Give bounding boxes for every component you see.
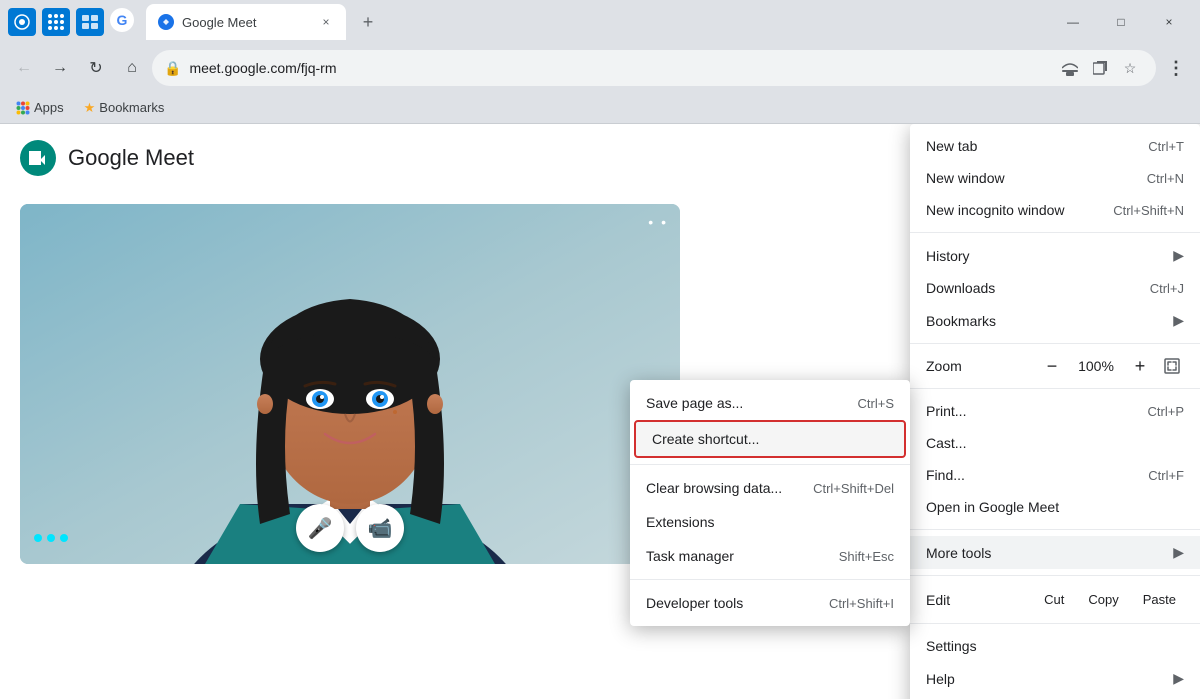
menu-item-history[interactable]: History ▶ xyxy=(910,239,1200,272)
new-tab-button[interactable]: + xyxy=(354,8,382,36)
cut-button[interactable]: Cut xyxy=(1036,588,1072,611)
video-area: • • 🎤 📹 ⋮ xyxy=(20,204,680,564)
menu-item-print[interactable]: Print... Ctrl+P xyxy=(910,395,1200,427)
forward-button[interactable]: → xyxy=(44,52,76,84)
submenu-create-shortcut[interactable]: Create shortcut... xyxy=(634,420,906,458)
edit-row: Edit Cut Copy Paste xyxy=(910,582,1200,617)
maximize-button[interactable]: □ xyxy=(1098,7,1144,37)
active-tab[interactable]: Google Meet × xyxy=(146,4,346,40)
indicator-dots xyxy=(34,534,68,542)
menu-item-help[interactable]: Help ▶ xyxy=(910,662,1200,695)
cast-icon[interactable] xyxy=(1056,54,1084,82)
submenu-divider-2 xyxy=(630,579,910,580)
menu-button[interactable]: ⋮ xyxy=(1160,52,1192,84)
menu-item-settings[interactable]: Settings xyxy=(910,630,1200,662)
tab-close-button[interactable]: × xyxy=(318,14,334,30)
menu-item-exit[interactable]: Exit xyxy=(910,695,1200,699)
open-tab-icon[interactable] xyxy=(1086,54,1114,82)
menu-divider-2 xyxy=(910,343,1200,344)
tab-title: Google Meet xyxy=(182,15,310,30)
zoom-expand-button[interactable] xyxy=(1160,354,1184,378)
back-button[interactable]: ← xyxy=(8,52,40,84)
zoom-value: 100% xyxy=(1072,358,1120,374)
mic-button[interactable]: 🎤 xyxy=(296,504,344,552)
bookmark-star-icon[interactable]: ☆ xyxy=(1116,54,1144,82)
chrome-menu: New tab Ctrl+T New window Ctrl+N New inc… xyxy=(910,124,1200,699)
menu-item-find[interactable]: Find... Ctrl+F xyxy=(910,459,1200,491)
video-controls: 🎤 📹 xyxy=(296,504,404,552)
title-bar: G Google Meet × + — □ × xyxy=(0,0,1200,44)
menu-item-incognito[interactable]: New incognito window Ctrl+Shift+N xyxy=(910,194,1200,226)
meet-logo xyxy=(20,140,56,176)
menu-item-new-window[interactable]: New window Ctrl+N xyxy=(910,162,1200,194)
home-button[interactable]: ⌂ xyxy=(116,52,148,84)
menu-divider-5 xyxy=(910,575,1200,576)
zoom-in-button[interactable]: + xyxy=(1128,354,1152,378)
apps-bookmark[interactable]: Apps xyxy=(8,98,72,117)
menu-divider-3 xyxy=(910,388,1200,389)
top-dots[interactable]: • • xyxy=(648,214,668,230)
menu-divider-4 xyxy=(910,529,1200,530)
minimize-button[interactable]: — xyxy=(1050,7,1096,37)
bookmarks-label: Bookmarks xyxy=(99,100,164,115)
taskbar-icons: G xyxy=(8,8,134,36)
submenu-divider-1 xyxy=(630,464,910,465)
submenu-clear-data[interactable]: Clear browsing data... Ctrl+Shift+Del xyxy=(630,471,910,505)
more-tools-submenu: Save page as... Ctrl+S Create shortcut..… xyxy=(630,380,910,626)
lock-icon: 🔒 xyxy=(164,60,181,77)
close-button[interactable]: × xyxy=(1146,7,1192,37)
start-icon[interactable] xyxy=(8,8,36,36)
refresh-button[interactable]: ↻ xyxy=(80,52,112,84)
zoom-controls: − 100% + xyxy=(1040,354,1184,378)
menu-divider-1 xyxy=(910,232,1200,233)
submenu-save-page[interactable]: Save page as... Ctrl+S xyxy=(630,386,910,420)
menu-item-more-tools[interactable]: More tools ▶ xyxy=(910,536,1200,569)
menu-item-downloads[interactable]: Downloads Ctrl+J xyxy=(910,272,1200,304)
chrome-favicon: G xyxy=(110,8,134,32)
meet-title: Google Meet xyxy=(68,145,194,171)
bookmarks-item[interactable]: ★ Bookmarks xyxy=(76,98,173,118)
url-text: meet.google.com/fjq-rm xyxy=(189,60,1048,76)
menu-divider-6 xyxy=(910,623,1200,624)
address-actions: ☆ xyxy=(1056,54,1144,82)
menu-item-cast[interactable]: Cast... xyxy=(910,427,1200,459)
nav-bar: ← → ↻ ⌂ 🔒 meet.google.com/fjq-rm xyxy=(0,44,1200,92)
submenu-task-manager[interactable]: Task manager Shift+Esc xyxy=(630,539,910,573)
submenu-dev-tools[interactable]: Developer tools Ctrl+Shift+I xyxy=(630,586,910,620)
apps-label: Apps xyxy=(34,100,64,115)
window-controls: — □ × xyxy=(1050,7,1192,37)
address-bar[interactable]: 🔒 meet.google.com/fjq-rm ☆ xyxy=(152,50,1156,86)
taskview-icon[interactable] xyxy=(76,8,104,36)
page-content: Google Meet xyxy=(0,124,1200,699)
paste-button[interactable]: Paste xyxy=(1135,588,1184,611)
submenu-extensions[interactable]: Extensions xyxy=(630,505,910,539)
grid-icon[interactable] xyxy=(42,8,70,36)
menu-item-new-tab[interactable]: New tab Ctrl+T xyxy=(910,130,1200,162)
copy-button[interactable]: Copy xyxy=(1080,588,1126,611)
bookmarks-bar: Apps ★ Bookmarks xyxy=(0,92,1200,124)
zoom-row: Zoom − 100% + xyxy=(910,350,1200,382)
camera-button[interactable]: 📹 xyxy=(356,504,404,552)
tab-favicon xyxy=(158,14,174,30)
menu-item-bookmarks[interactable]: Bookmarks ▶ xyxy=(910,304,1200,337)
menu-item-open-meet[interactable]: Open in Google Meet xyxy=(910,491,1200,523)
zoom-out-button[interactable]: − xyxy=(1040,354,1064,378)
browser-window: G Google Meet × + — □ × ← → ↻ ⌂ 🔒 meet.g xyxy=(0,0,1200,699)
